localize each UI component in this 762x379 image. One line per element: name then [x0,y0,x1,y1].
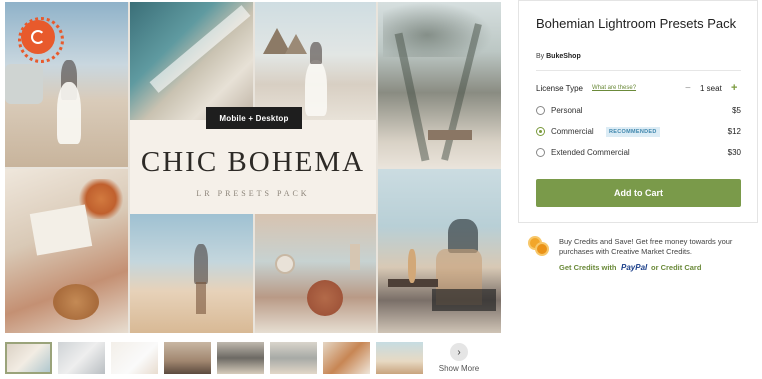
by-prefix: By [536,53,545,60]
license-option-price: $12 [727,127,741,136]
chevron-right-icon[interactable]: › [450,343,468,361]
show-more-label: Show More [438,364,480,373]
platform-badge: Mobile + Desktop [206,107,302,129]
get-credits-link[interactable]: Get Credits with [559,263,617,272]
add-to-cart-button[interactable]: Add to Cart [536,179,741,207]
license-radio[interactable] [536,127,545,136]
coins-icon [528,236,552,260]
preview-photo-beach-huts [255,2,376,120]
recommended-badge: RECOMMENDED [606,127,660,137]
license-option-price: $30 [727,148,741,157]
thumbnail-item[interactable] [58,342,105,374]
product-preview-image[interactable]: Mobile + Desktop CHIC BOHEMA LR PRESETS … [5,2,501,333]
license-radio[interactable] [536,148,545,157]
thumbnail-item[interactable] [5,342,52,374]
product-title: Bohemian Lightroom Presets Pack [536,16,737,31]
thumbnail-item[interactable] [323,342,370,374]
product-page: Mobile + Desktop CHIC BOHEMA LR PRESETS … [0,0,762,379]
license-radio[interactable] [536,106,545,115]
preview-photo-aerial-coast [130,2,253,120]
show-more-button[interactable]: › Show More [437,343,481,373]
license-type-label: License Type [536,84,583,93]
license-option-extended-commercial[interactable]: Extended Commercial $30 [536,147,741,159]
preview-photo-woman-hat [378,169,501,333]
license-option-commercial[interactable]: Commercial RECOMMENDED $12 [536,126,741,138]
seller-line: By BukeShop [536,53,581,60]
seat-count: 1 seat [700,84,722,93]
thumbnail-item[interactable] [217,342,264,374]
license-option-label: Extended Commercial [551,148,630,157]
purchase-card: Bohemian Lightroom Presets Pack By BukeS… [518,0,758,223]
credits-promo-text: Buy Credits and Save! Get free money tow… [559,237,733,256]
thumbnail-item[interactable] [270,342,317,374]
license-help-link[interactable]: What are these? [592,85,636,91]
thumbnail-item[interactable] [111,342,158,374]
credit-card-link[interactable]: or Credit Card [651,263,701,272]
seller-link[interactable]: BukeShop [546,53,581,60]
paypal-logo[interactable]: PayPal [621,263,647,272]
preview-photo-picnic-flowers [5,169,128,333]
preview-title-card: Mobile + Desktop CHIC BOHEMA LR PRESETS … [130,107,376,214]
divider [536,70,741,71]
preview-photo-beach-walk [130,214,253,333]
license-option-personal[interactable]: Personal $5 [536,105,741,117]
license-option-label: Commercial [551,127,594,136]
thumbnail-strip [5,342,495,374]
license-type-row: License Type What are these? − 1 seat + [536,82,741,96]
preview-subtitle: LR PRESETS PACK [196,189,310,198]
license-option-label: Personal [551,106,583,115]
preview-photo-picnic-table [255,214,376,333]
seat-increase-button[interactable]: + [731,82,737,94]
license-option-price: $5 [732,106,741,115]
seat-decrease-button[interactable]: − [685,83,691,94]
thumbnail-item[interactable] [376,342,423,374]
thumbnail-item[interactable] [164,342,211,374]
preview-photo-palms [378,2,501,167]
preview-title: CHIC BOHEMA [140,146,366,178]
creative-market-logo-icon [18,17,64,63]
